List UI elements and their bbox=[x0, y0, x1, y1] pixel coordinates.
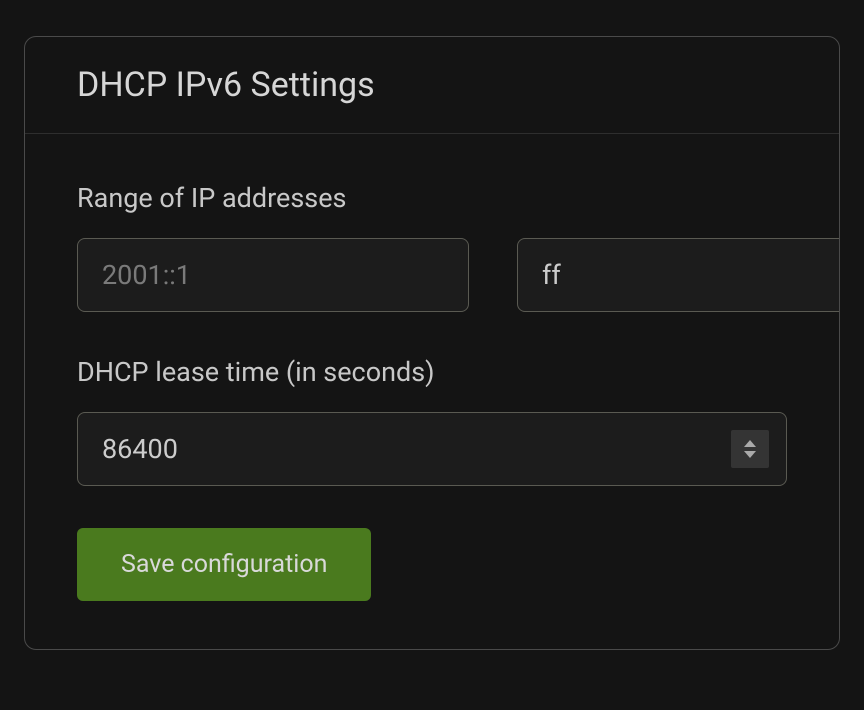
ip-range-label: Range of IP addresses bbox=[77, 182, 787, 214]
ip-range-start-input[interactable] bbox=[77, 238, 469, 312]
card-title: DHCP IPv6 Settings bbox=[77, 65, 787, 105]
ip-range-row bbox=[77, 238, 787, 312]
dhcp-ipv6-settings-card: DHCP IPv6 Settings Range of IP addresses… bbox=[24, 36, 840, 650]
card-header: DHCP IPv6 Settings bbox=[25, 37, 839, 134]
chevron-down-icon bbox=[744, 451, 756, 458]
save-button[interactable]: Save configuration bbox=[77, 528, 371, 601]
lease-time-wrap bbox=[77, 412, 787, 486]
card-body: Range of IP addresses DHCP lease time (i… bbox=[25, 134, 839, 649]
lease-time-stepper[interactable] bbox=[731, 430, 769, 468]
chevron-up-icon bbox=[744, 440, 756, 447]
lease-time-input[interactable] bbox=[77, 412, 787, 486]
lease-time-label: DHCP lease time (in seconds) bbox=[77, 356, 787, 388]
ip-range-end-input[interactable] bbox=[517, 238, 840, 312]
